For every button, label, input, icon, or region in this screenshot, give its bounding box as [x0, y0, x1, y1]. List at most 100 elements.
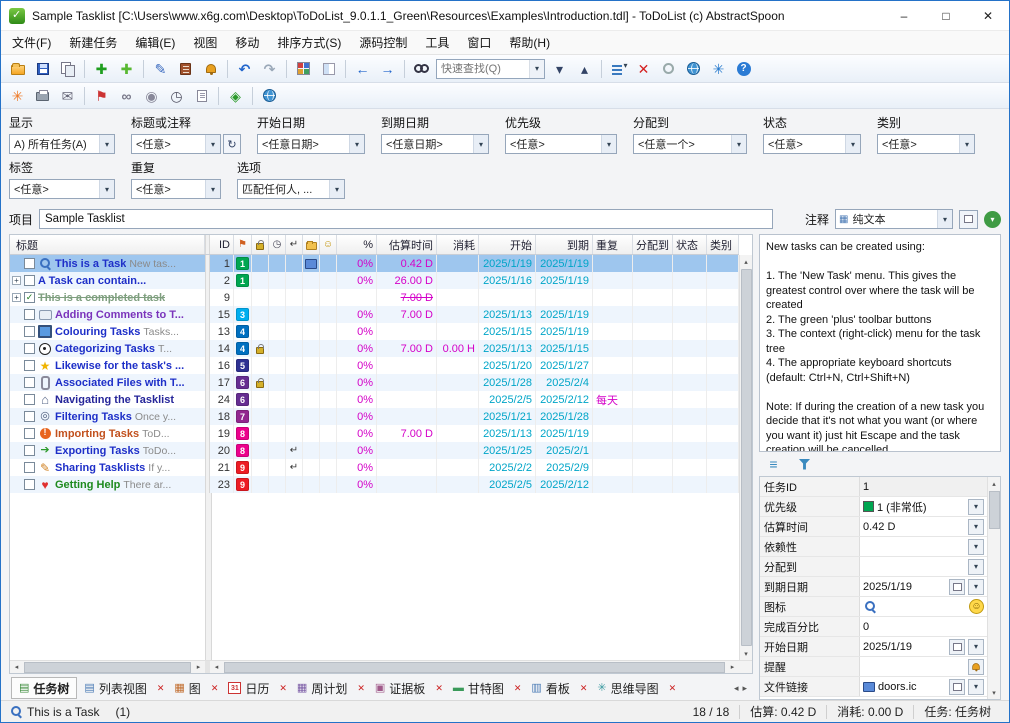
- quick-find-combo[interactable]: ▾: [436, 59, 545, 79]
- view-tab-mind-map[interactable]: ✳思维导图: [590, 677, 665, 699]
- view-tab-week-planner[interactable]: ▦周计划: [290, 677, 354, 699]
- bell-button[interactable]: [198, 57, 223, 80]
- task-checkbox[interactable]: [24, 394, 35, 405]
- menu-item[interactable]: 新建任务: [60, 31, 126, 54]
- flag-button[interactable]: ⚑: [89, 84, 114, 107]
- tag-button[interactable]: ◈: [223, 84, 248, 107]
- refresh-icon[interactable]: ↻: [223, 134, 241, 154]
- bell-icon[interactable]: [968, 659, 984, 675]
- new-subtask-button[interactable]: ✚: [114, 57, 139, 80]
- column-header-due[interactable]: 到期: [536, 235, 593, 254]
- eye-button[interactable]: ◉: [139, 84, 164, 107]
- scrollbar-thumb[interactable]: [741, 269, 752, 646]
- menu-item[interactable]: 窗口: [458, 31, 500, 54]
- link-button[interactable]: ∞: [114, 84, 139, 107]
- menu-item[interactable]: 源码控制: [350, 31, 416, 54]
- prev-task-button[interactable]: ←: [350, 57, 375, 80]
- filter-due-date-select[interactable]: <任意日期>▾: [381, 134, 489, 154]
- menu-item[interactable]: 移动: [226, 31, 268, 54]
- comments-editor[interactable]: New tasks can be created using: 1. The '…: [759, 234, 1001, 452]
- scrollbar-thumb[interactable]: [989, 491, 1000, 529]
- close-tab-icon[interactable]: ✕: [514, 683, 522, 694]
- menu-item[interactable]: 视图: [184, 31, 226, 54]
- columns-scrollbar[interactable]: ◂ ▸: [210, 660, 739, 673]
- floppy-button[interactable]: [30, 57, 55, 80]
- column-header-dependency[interactable]: ↵: [286, 235, 303, 254]
- close-tab-icon[interactable]: ✕: [669, 683, 677, 694]
- attributes-scrollbar[interactable]: ▴ ▾: [987, 477, 1000, 699]
- view-tab-chart[interactable]: ▦图: [167, 677, 207, 699]
- web-globe-button[interactable]: [257, 84, 282, 107]
- scroll-right-icon[interactable]: ▸: [726, 661, 739, 674]
- scroll-down-icon[interactable]: ▾: [988, 686, 1001, 699]
- chevron-down-icon[interactable]: ▾: [529, 60, 544, 78]
- column-header-priority[interactable]: ⚑: [234, 235, 252, 254]
- close-tab-icon[interactable]: ✕: [435, 683, 443, 694]
- attribute-row[interactable]: 估算时间0.42 D▾: [760, 517, 987, 537]
- chevron-down-icon[interactable]: ▾: [968, 559, 984, 575]
- scroll-down-icon[interactable]: ▾: [740, 647, 753, 660]
- task-row[interactable]: This is a TaskNew tas...110%0.42 D2025/1…: [10, 255, 739, 272]
- printer-button[interactable]: [30, 84, 55, 107]
- calendar-icon[interactable]: [949, 579, 965, 595]
- view-tab-gantt[interactable]: ▬甘特图: [446, 677, 511, 699]
- task-row[interactable]: +A Task can contain...210%26.00 D2025/1/…: [10, 272, 739, 289]
- task-checkbox[interactable]: [24, 479, 35, 490]
- help-button[interactable]: [731, 57, 756, 80]
- project-title-input[interactable]: [39, 209, 773, 229]
- clock-button[interactable]: ◷: [164, 84, 189, 107]
- filter-options-select[interactable]: 匹配任何人, ...▾: [237, 179, 345, 199]
- task-checkbox[interactable]: ✓: [24, 292, 35, 303]
- close-tab-icon[interactable]: ✕: [279, 683, 287, 694]
- task-checkbox[interactable]: [24, 326, 35, 337]
- task-row[interactable]: ◎Filtering TasksOnce y...1870%2025/1/212…: [10, 408, 739, 425]
- vertical-scrollbar[interactable]: ▴ ▾: [739, 255, 752, 660]
- view-tab-board[interactable]: ▣证据板: [368, 677, 432, 699]
- filter-status-select[interactable]: <任意>▾: [763, 134, 861, 154]
- gray-circle-button[interactable]: [656, 57, 681, 80]
- scrollbar-thumb[interactable]: [24, 662, 191, 673]
- task-row[interactable]: ★Likewise for the task's ...1650%2025/1/…: [10, 357, 739, 374]
- sort-button[interactable]: [606, 57, 631, 80]
- chevron-down-icon[interactable]: ▾: [968, 679, 984, 695]
- browse-icon[interactable]: [949, 679, 965, 695]
- document-button[interactable]: [189, 84, 214, 107]
- task-checkbox[interactable]: [24, 275, 35, 286]
- expand-icon[interactable]: +: [12, 276, 21, 285]
- filter-assigned-to-select[interactable]: <任意一个>▾: [633, 134, 747, 154]
- column-header-task-icon[interactable]: ☺: [320, 235, 337, 254]
- gear-button[interactable]: ✳: [706, 57, 731, 80]
- scroll-left-icon[interactable]: ◂: [10, 661, 23, 674]
- minimize-button[interactable]: –: [883, 1, 925, 30]
- attribute-row[interactable]: 依赖性▾: [760, 537, 987, 557]
- column-header-start[interactable]: 开始: [479, 235, 536, 254]
- scrollbar-thumb[interactable]: [224, 662, 725, 673]
- attribute-row[interactable]: 到期日期2025/1/19▾: [760, 577, 987, 597]
- globe-button[interactable]: [681, 57, 706, 80]
- view-tab-list-view[interactable]: ▤列表视图: [77, 677, 153, 699]
- folder-button[interactable]: [5, 57, 30, 80]
- scroll-left-icon[interactable]: ◂: [210, 661, 223, 674]
- view-tab-kanban[interactable]: ▥看板: [524, 677, 576, 699]
- maximize-button[interactable]: □: [925, 1, 967, 30]
- comments-format-select[interactable]: ▦ 纯文本 ▾: [835, 209, 953, 229]
- attribute-row[interactable]: 提醒: [760, 657, 987, 677]
- column-header-clock[interactable]: ◷: [269, 235, 286, 254]
- new-task-button[interactable]: ✚: [89, 57, 114, 80]
- maximize-comments-button[interactable]: [316, 57, 341, 80]
- comments-grid-button[interactable]: [959, 210, 978, 229]
- quick-find-input[interactable]: [437, 63, 529, 75]
- menu-item[interactable]: 文件(F): [3, 31, 60, 54]
- filter-priority-select[interactable]: <任意>▾: [505, 134, 617, 154]
- attribute-row[interactable]: 分配到▾: [760, 557, 987, 577]
- chevron-down-icon[interactable]: ▾: [968, 519, 984, 535]
- column-header-spent[interactable]: 消耗: [437, 235, 479, 254]
- notebook-button[interactable]: [173, 57, 198, 80]
- envelope-button[interactable]: ✉: [55, 84, 80, 107]
- task-row[interactable]: ➔Exporting TasksToDo...208↵0%2025/1/2520…: [10, 442, 739, 459]
- task-row[interactable]: Colouring TasksTasks...1340%2025/1/15202…: [10, 323, 739, 340]
- chevron-down-icon[interactable]: ▾: [968, 639, 984, 655]
- find-prev-button[interactable]: ▴: [572, 57, 597, 80]
- group-list-button[interactable]: ≡: [761, 453, 786, 476]
- task-checkbox[interactable]: [24, 360, 35, 371]
